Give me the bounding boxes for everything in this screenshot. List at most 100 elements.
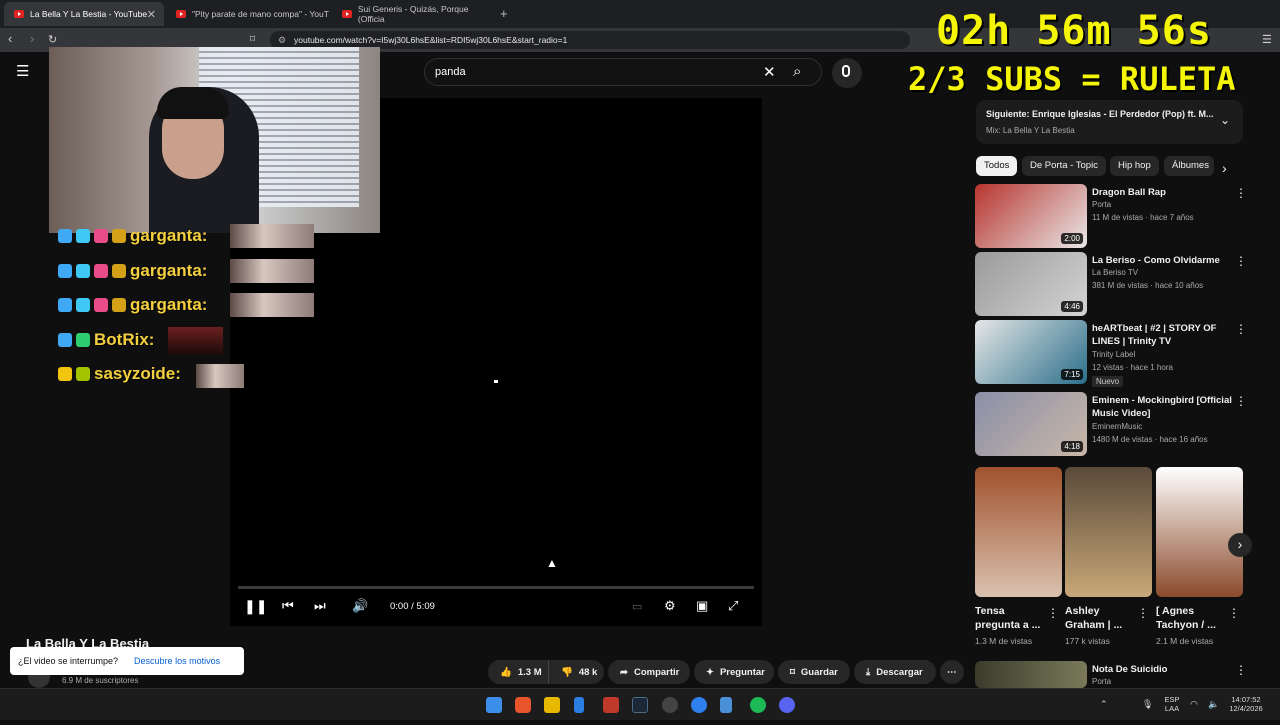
next-up-panel[interactable]: Siguiente: Enrique Iglesias - El Perdedo…	[976, 100, 1243, 144]
chip--lbumes[interactable]: Álbumes	[1164, 156, 1214, 176]
short-thumbnail[interactable]	[1156, 467, 1243, 597]
new-tab-button[interactable]: +	[500, 6, 508, 21]
settings-icon[interactable]: ⚙	[664, 598, 676, 614]
menu-icon[interactable]: ☰	[1262, 33, 1272, 46]
file-explorer-icon[interactable]	[544, 697, 560, 713]
ask-button[interactable]: ✦ Preguntar	[694, 660, 774, 684]
more-options-icon[interactable]: ⋮	[1137, 606, 1149, 620]
chevron-down-icon[interactable]: ⌄	[1220, 113, 1230, 127]
more-actions-button[interactable]: ⋯	[940, 660, 964, 684]
close-tab-icon[interactable]: ✕	[147, 8, 156, 21]
reload-icon[interactable]: ↻	[48, 33, 57, 46]
clear-search-icon[interactable]: ✕	[763, 63, 776, 81]
chevron-right-icon[interactable]: ›	[1222, 160, 1227, 176]
more-options-icon[interactable]: ⋮	[1228, 606, 1240, 620]
chip-todos[interactable]: Todos	[976, 156, 1018, 176]
discord-icon[interactable]	[779, 697, 795, 713]
video-channel[interactable]: Trinity Label	[1092, 350, 1135, 359]
mic-tray-icon[interactable]: 🎙	[1142, 699, 1153, 710]
video-duration: 7:15	[1061, 369, 1083, 380]
search-box[interactable]: panda ✕ ⌕	[424, 58, 822, 86]
tab-sui-generis[interactable]: Sui Generis - Quizás, Porque (Officia	[332, 2, 496, 26]
progress-bar[interactable]	[238, 586, 754, 589]
more-options-icon[interactable]: ⋮	[1235, 663, 1247, 677]
video-title[interactable]: Dragon Ball Rap	[1092, 186, 1232, 199]
wifi-icon[interactable]: ◠	[1190, 699, 1198, 710]
video-thumbnail[interactable]: 7:15	[975, 320, 1087, 384]
bing-icon[interactable]	[574, 697, 584, 713]
brave-icon[interactable]	[515, 697, 531, 713]
search-input[interactable]: panda	[435, 66, 466, 78]
more-options-icon[interactable]: ⋮	[1235, 394, 1247, 408]
volume-icon[interactable]: 🔊	[352, 598, 368, 614]
chip-de-porta-topic[interactable]: De Porta - Topic	[1022, 156, 1106, 176]
thumbs-down-icon: 👎	[561, 666, 573, 678]
share-button[interactable]: ➦ Compartir	[608, 660, 690, 684]
short-thumbnail[interactable]	[1065, 467, 1152, 597]
tray-expand-icon[interactable]: ⌃	[1100, 699, 1108, 710]
windows-start-icon[interactable]	[486, 697, 502, 713]
spotify-icon[interactable]	[750, 697, 766, 713]
previous-icon[interactable]: ⏮	[282, 598, 294, 614]
video-title[interactable]: Eminem - Mockingbird [Official Music Vid…	[1092, 394, 1232, 420]
more-options-icon[interactable]: ⋮	[1047, 606, 1059, 620]
shorts-next-button[interactable]: ›	[1228, 533, 1252, 557]
video-title[interactable]: La Beriso - Como Olvidarme	[1092, 254, 1232, 267]
save-button[interactable]: ⌑ Guardar	[778, 660, 850, 684]
lang-line2: LAA	[1164, 704, 1180, 713]
related-video[interactable]: 4:46 La Beriso - Como Olvidarme La Beriso …	[975, 252, 1247, 316]
pause-icon[interactable]: ❚❚	[244, 598, 267, 615]
steam-icon[interactable]	[632, 697, 648, 713]
video-title[interactable]: Nota De Suicidio	[1092, 663, 1232, 676]
video-thumbnail[interactable]	[975, 661, 1087, 688]
chat-username: garganta:	[130, 226, 208, 245]
input-language[interactable]: ESP LAA	[1160, 695, 1184, 713]
forward-icon[interactable]: ›	[30, 31, 34, 46]
more-options-icon[interactable]: ⋮	[1235, 322, 1247, 336]
more-options-icon[interactable]: ⋮	[1235, 186, 1247, 200]
video-thumbnail[interactable]: 4:18	[975, 392, 1087, 456]
next-icon[interactable]: ⏭	[314, 598, 326, 614]
related-video[interactable]: 4:18 Eminem - Mockingbird [Official Music…	[975, 392, 1247, 456]
video-title[interactable]: heARTbeat | #2 | STORY OF LINES | Trinit…	[1092, 322, 1232, 348]
search-icon[interactable]: ⌕	[793, 63, 801, 80]
video-thumbnail[interactable]: 4:46	[975, 252, 1087, 316]
related-video[interactable]: 7:15 heARTbeat | #2 | STORY OF LINES | Tr…	[975, 320, 1247, 387]
subtitles-icon[interactable]: ▭	[632, 600, 642, 613]
like-button[interactable]: 👍 1.3 M	[488, 660, 548, 684]
hamburger-icon[interactable]: ☰	[16, 62, 29, 80]
short-title[interactable]: Tensa pregunta a ...	[975, 604, 1049, 632]
fullscreen-icon[interactable]: ⤢	[728, 598, 738, 614]
tab-la-bella[interactable]: La Bella Y La Bestia - YouTube ✕	[4, 2, 164, 26]
tab-pity[interactable]: "Pity parate de mano compa" - YouT	[166, 2, 330, 26]
dislike-button[interactable]: 👎 48 k	[548, 660, 604, 684]
video-channel[interactable]: La Beriso TV	[1092, 268, 1138, 277]
back-icon[interactable]: ‹	[8, 31, 12, 46]
speaker-icon[interactable]: 🔈	[1208, 699, 1219, 710]
theater-icon[interactable]: ▣	[696, 598, 708, 614]
c-app-icon[interactable]	[691, 697, 707, 713]
video-channel[interactable]: EminemMusic	[1092, 422, 1142, 431]
short-title[interactable]: Ashley Graham | ...	[1065, 604, 1139, 632]
chat-badge-icon	[76, 333, 90, 347]
bookmark-icon[interactable]: ⌑	[250, 34, 255, 45]
video-meta: 381 M de vistas · hace 10 años	[1092, 281, 1204, 290]
obs-icon[interactable]	[662, 697, 678, 713]
clock[interactable]: 14:07:52 12/4/2026	[1224, 695, 1268, 713]
more-options-icon[interactable]: ⋮	[1235, 254, 1247, 268]
short-thumbnail[interactable]	[975, 467, 1062, 597]
toast-link[interactable]: Descubre los motivos	[134, 656, 220, 666]
voicemeeter-icon[interactable]	[603, 697, 619, 713]
notepad-icon[interactable]	[720, 697, 732, 713]
download-button[interactable]: ⤓ Descargar	[854, 660, 936, 684]
chat-badge-icon	[112, 298, 126, 312]
chip-hip-hop[interactable]: Hip hop	[1110, 156, 1159, 176]
chat-username: garganta:	[130, 261, 208, 280]
video-channel[interactable]: Porta	[1092, 200, 1111, 209]
voice-search-button[interactable]	[832, 58, 862, 88]
video-channel[interactable]: Porta	[1092, 677, 1111, 686]
time-display: 0:00 / 5:09	[390, 601, 435, 612]
related-video[interactable]: 2:00 Dragon Ball Rap Porta 11 M de vistas ·…	[975, 184, 1247, 248]
video-thumbnail[interactable]: 2:00	[975, 184, 1087, 248]
short-title[interactable]: [ Agnes Tachyon / ...	[1156, 604, 1230, 632]
